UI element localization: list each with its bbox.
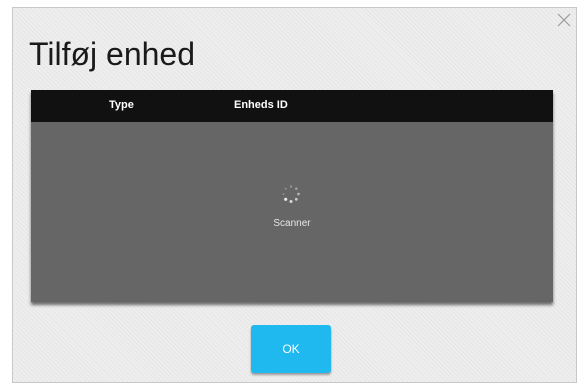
add-device-dialog: Tilføj enhed Type Enheds ID Scanner OK <box>12 7 577 383</box>
device-table: Type Enheds ID Scanner <box>31 90 553 302</box>
column-header-type[interactable]: Type <box>109 99 134 111</box>
close-icon[interactable] <box>556 12 572 28</box>
dialog-title: Tilføj enhed <box>29 36 195 72</box>
ok-button[interactable]: OK <box>251 325 331 373</box>
scanning-status: Scanner <box>273 218 311 229</box>
table-header: Type Enheds ID <box>31 90 553 122</box>
column-header-device-id[interactable]: Enheds ID <box>234 99 288 111</box>
spinner-icon <box>281 184 301 204</box>
